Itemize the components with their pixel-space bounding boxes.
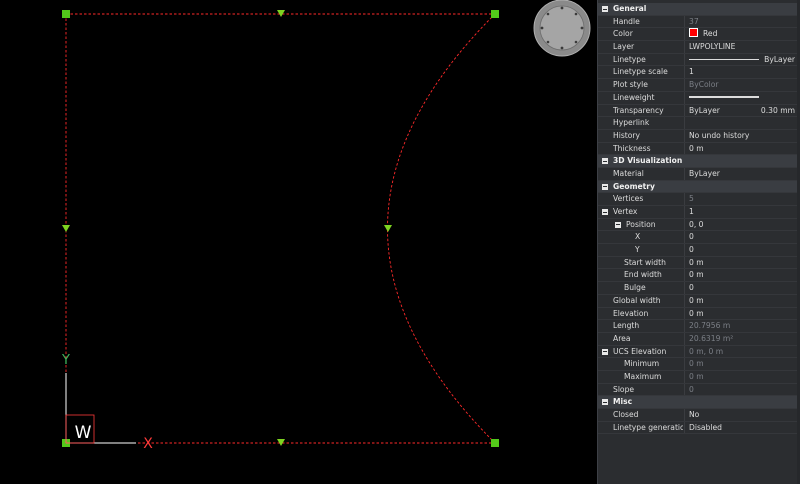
vertex-grip-top-left[interactable]: [62, 10, 70, 18]
section-general[interactable]: General: [598, 3, 797, 16]
section-general-title: General: [613, 4, 647, 13]
property-length: Length 20.7956 m: [598, 320, 797, 333]
property-bulge[interactable]: Bulge 0: [598, 282, 797, 295]
property-linetype-scale[interactable]: Linetype scale 1: [598, 66, 797, 80]
property-plot-style: Plot style ByColor: [598, 79, 797, 92]
property-layer[interactable]: Layer LWPOLYLINE: [598, 41, 797, 54]
property-lineweight[interactable]: Lineweight 0.30 mm: [598, 91, 797, 115]
property-global-width[interactable]: Global width 0 m: [598, 294, 797, 308]
property-transparency[interactable]: Transparency ByLayer: [598, 104, 797, 118]
polyline-arc-edge[interactable]: [387, 13, 496, 444]
property-history: History No undo history: [598, 129, 797, 143]
property-slope: Slope 0: [598, 383, 797, 397]
ucs-x-label: X: [143, 436, 153, 452]
linetype-preview-icon: [689, 58, 759, 60]
collapse-icon[interactable]: [602, 209, 608, 215]
property-thickness[interactable]: Thickness 0 m: [598, 142, 797, 156]
drawing-canvas[interactable]: Y X W: [0, 0, 597, 484]
collapse-icon[interactable]: [602, 158, 608, 165]
property-vertices: Vertices 5: [598, 193, 797, 206]
property-color[interactable]: Color Red: [598, 28, 797, 42]
midpoint-grip-top[interactable]: [277, 10, 285, 17]
property-material[interactable]: Material ByLayer: [598, 167, 797, 181]
property-maximum: Maximum 0 m: [598, 370, 797, 384]
property-linetype[interactable]: Linetype ByLayer: [598, 53, 797, 67]
property-handle: Handle 37: [598, 15, 797, 29]
property-position[interactable]: Position 0, 0: [598, 218, 797, 232]
collapse-icon[interactable]: [602, 183, 608, 190]
section-3d-visualization[interactable]: 3D Visualization: [598, 155, 797, 168]
section-misc[interactable]: Misc: [598, 396, 797, 409]
property-ucs-elevation[interactable]: UCS Elevation 0 m, 0 m: [598, 345, 797, 359]
navigation-wheel[interactable]: [533, 0, 591, 57]
midpoint-grip-left[interactable]: [62, 225, 70, 232]
collapse-icon[interactable]: [615, 221, 621, 228]
property-y[interactable]: Y 0: [598, 244, 797, 257]
property-linetype-generation[interactable]: Linetype generation Disabled: [598, 421, 797, 435]
property-hyperlink[interactable]: Hyperlink: [598, 117, 797, 130]
collapse-icon[interactable]: [602, 6, 608, 12]
property-vertex[interactable]: Vertex 1: [598, 206, 797, 219]
vertex-grip-bottom-right[interactable]: [491, 439, 499, 447]
property-x[interactable]: X 0: [598, 231, 797, 245]
property-area: Area 20.6319 m²: [598, 332, 797, 346]
ucs-w-label: W: [75, 423, 92, 443]
lineweight-preview-icon: [689, 95, 759, 98]
vertex-grip-top-right[interactable]: [491, 10, 499, 18]
ucs-y-label: Y: [61, 353, 70, 368]
ucs-icon: Y X W: [61, 353, 153, 452]
color-swatch-icon: [689, 28, 698, 38]
section-geometry[interactable]: Geometry: [598, 180, 797, 194]
midpoint-grip-arc[interactable]: [384, 225, 392, 232]
property-start-width[interactable]: Start width 0 m: [598, 256, 797, 270]
midpoint-grip-bottom[interactable]: [277, 439, 285, 446]
polyline-entity[interactable]: [65, 13, 496, 444]
collapse-icon[interactable]: [602, 348, 608, 355]
property-elevation[interactable]: Elevation 0 m: [598, 307, 797, 321]
property-end-width[interactable]: End width 0 m: [598, 269, 797, 283]
property-minimum: Minimum 0 m: [598, 358, 797, 371]
collapse-icon[interactable]: [602, 399, 608, 406]
properties-panel: General Handle 37 Color Red Layer LWPOLY…: [597, 0, 800, 484]
property-closed[interactable]: Closed No: [598, 409, 797, 422]
drawing-viewport[interactable]: Y X W: [0, 0, 597, 484]
